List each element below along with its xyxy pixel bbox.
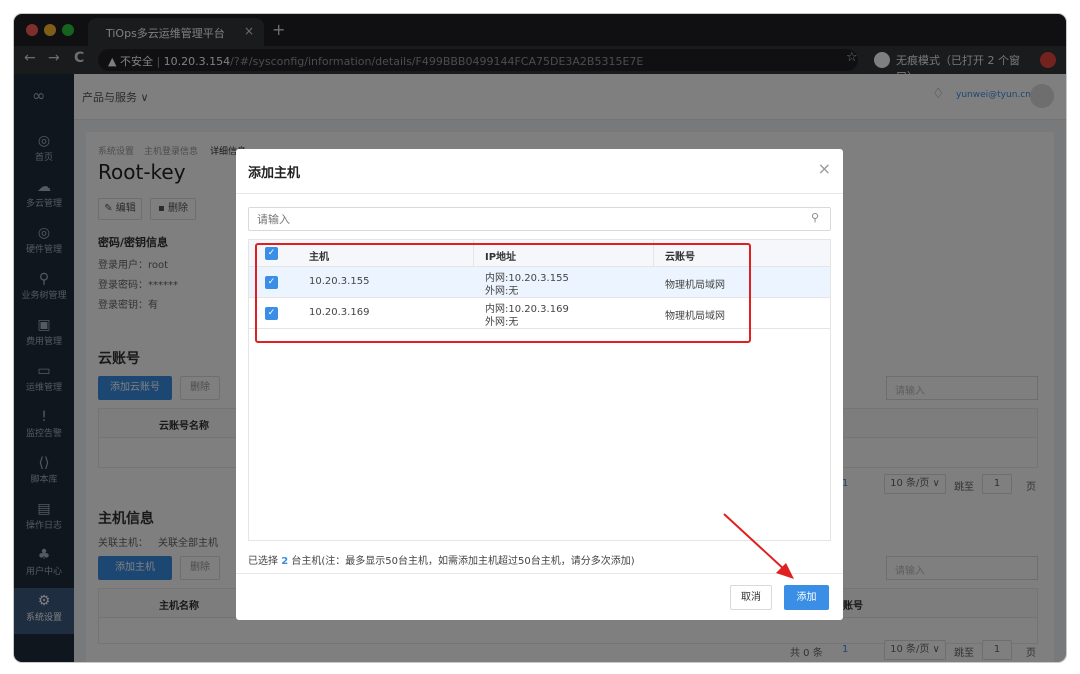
browser-window: TiOps多云运维管理平台 × + ← → C ▲ 不安全 | 10.20.3.…	[14, 14, 1066, 662]
host-search-field[interactable]	[248, 207, 831, 231]
selection-summary: 已选择 2 台主机(注：最多显示50台主机，如需添加主机超过50台主机，请分多次…	[248, 552, 635, 567]
selected-prefix: 已选择	[248, 556, 278, 567]
dialog-title: 添加主机	[248, 166, 301, 181]
close-icon[interactable]: ×	[818, 159, 831, 178]
dialog-header: 添加主机 ×	[236, 149, 843, 194]
selected-count: 2	[281, 556, 289, 567]
search-icon[interactable]: ⚲	[811, 211, 819, 224]
highlight-annotation-box	[255, 243, 751, 343]
arrow-shaft	[723, 513, 787, 572]
selected-suffix: 台主机(注：最多显示50台主机，如需添加主机超过50台主机，请分多次添加)	[291, 556, 635, 567]
red-arrow-annotation	[723, 513, 794, 579]
